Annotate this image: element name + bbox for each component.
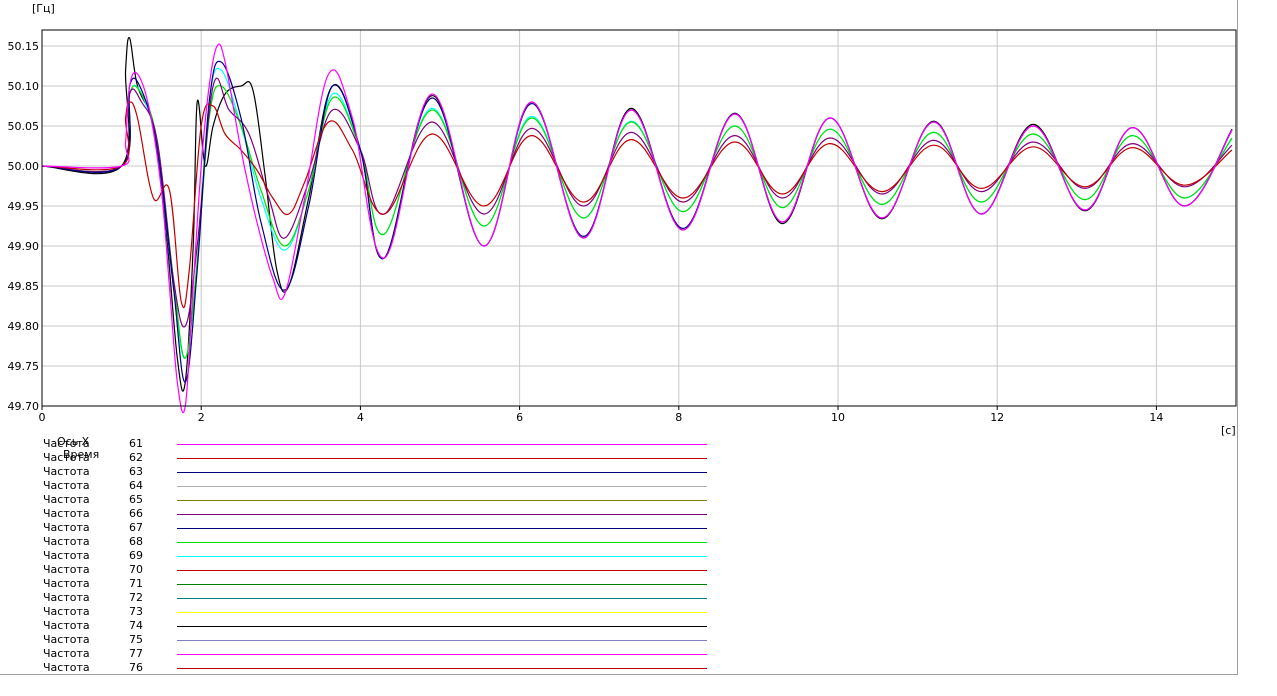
- legend-color-swatch: [177, 570, 707, 571]
- legend-item-label: Частота: [43, 633, 90, 646]
- legend-color-swatch: [177, 444, 707, 445]
- legend-item-73: Частота 73: [0, 605, 720, 619]
- legend-item-69: Частота 69: [0, 549, 720, 563]
- legend-item-71: Частота 71: [0, 577, 720, 591]
- legend-item-77: Частота 77: [0, 647, 720, 661]
- legend-item-63: Частота 63: [0, 465, 720, 479]
- legend-item-id: 61: [129, 437, 143, 450]
- legend-item-68: Частота 68: [0, 535, 720, 549]
- legend-item-id: 63: [129, 465, 143, 478]
- legend-item-65: Частота 65: [0, 493, 720, 507]
- legend-color-swatch: [177, 486, 707, 487]
- x-tick-label: 4: [357, 411, 364, 424]
- y-tick-label: 49.80: [8, 320, 40, 333]
- legend-item-id: 67: [129, 521, 143, 534]
- series-line-68: [41, 85, 1233, 359]
- x-tick-label: 2: [198, 411, 205, 424]
- y-tick-label: 50.00: [8, 160, 40, 173]
- series-lines: [41, 36, 1233, 414]
- legend-item-64: Частота 64: [0, 479, 720, 493]
- legend-item-label: Частота: [43, 451, 90, 464]
- y-unit-label: [Гц]: [32, 2, 55, 15]
- legend-color-swatch: [177, 556, 707, 557]
- x-tick-label: 10: [831, 411, 845, 424]
- legend-color-swatch: [177, 654, 707, 655]
- legend-item-74: Частота 74: [0, 619, 720, 633]
- legend-item-label: Частота: [43, 577, 90, 590]
- legend-item-label: Частота: [43, 437, 90, 450]
- y-tick-label: 50.05: [8, 120, 40, 133]
- legend-item-id: 62: [129, 451, 143, 464]
- legend-item-76: Частота 76: [0, 661, 720, 675]
- x-tick-label: 12: [990, 411, 1004, 424]
- legend-color-swatch: [177, 542, 707, 543]
- legend-color-swatch: [177, 668, 707, 669]
- legend-item-id: 66: [129, 507, 143, 520]
- legend-color-swatch: [177, 514, 707, 515]
- series-line-66: [41, 77, 1233, 328]
- legend-color-swatch: [177, 612, 707, 613]
- series-line-63: [41, 60, 1233, 383]
- legend-item-67: Частота 67: [0, 521, 720, 535]
- legend-item-id: 71: [129, 577, 143, 590]
- legend-item-61: Частота 61: [0, 437, 720, 451]
- legend-item-id: 76: [129, 661, 143, 674]
- legend-item-id: 77: [129, 647, 143, 660]
- legend-color-swatch: [177, 528, 707, 529]
- legend-item-62: Частота 62: [0, 451, 720, 465]
- x-tick-label: 14: [1149, 411, 1163, 424]
- legend-item-label: Частота: [43, 605, 90, 618]
- legend-item-label: Частота: [43, 521, 90, 534]
- legend-item-id: 64: [129, 479, 143, 492]
- y-tick-label: 49.95: [8, 200, 40, 213]
- legend-item-id: 72: [129, 591, 143, 604]
- legend-item-label: Частота: [43, 493, 90, 506]
- legend-item-label: Частота: [43, 647, 90, 660]
- legend-item-id: 68: [129, 535, 143, 548]
- legend-item-id: 74: [129, 619, 143, 632]
- legend-item-id: 65: [129, 493, 143, 506]
- series-line-74: [41, 36, 1233, 392]
- legend-item-id: 70: [129, 563, 143, 576]
- legend-item-label: Частота: [43, 535, 90, 548]
- legend-item-label: Частота: [43, 661, 90, 674]
- y-tick-label: 49.75: [8, 360, 40, 373]
- series-line-62: [41, 101, 1233, 309]
- legend-item-label: Частота: [43, 591, 90, 604]
- x-unit-label: [с]: [1221, 424, 1236, 437]
- y-tick-label: 49.90: [8, 240, 40, 253]
- y-tick-label: 49.70: [8, 400, 40, 413]
- legend-color-swatch: [177, 640, 707, 641]
- legend-item-75: Частота 75: [0, 633, 720, 647]
- legend-item-label: Частота: [43, 563, 90, 576]
- legend-color-swatch: [177, 598, 707, 599]
- y-tick-label: 50.15: [8, 40, 40, 53]
- legend-item-id: 73: [129, 605, 143, 618]
- legend-color-swatch: [177, 626, 707, 627]
- legend-color-swatch: [177, 472, 707, 473]
- legend-item-label: Частота: [43, 479, 90, 492]
- legend-item-id: 75: [129, 633, 143, 646]
- series-line-61: [41, 43, 1233, 414]
- legend-item-id: 69: [129, 549, 143, 562]
- x-tick-label: 6: [516, 411, 523, 424]
- legend-item-70: Частота 70: [0, 563, 720, 577]
- legend-color-swatch: [177, 458, 707, 459]
- legend-item-72: Частота 72: [0, 591, 720, 605]
- x-tick-label: 8: [675, 411, 682, 424]
- y-tick-label: 49.85: [8, 280, 40, 293]
- legend-item-label: Частота: [43, 619, 90, 632]
- legend-color-swatch: [177, 584, 707, 585]
- legend-item-label: Частота: [43, 465, 90, 478]
- legend-item-label: Частота: [43, 507, 90, 520]
- legend-item-label: Частота: [43, 549, 90, 562]
- y-tick-label: 50.10: [8, 80, 40, 93]
- legend-color-swatch: [177, 500, 707, 501]
- legend-item-66: Частота 66: [0, 507, 720, 521]
